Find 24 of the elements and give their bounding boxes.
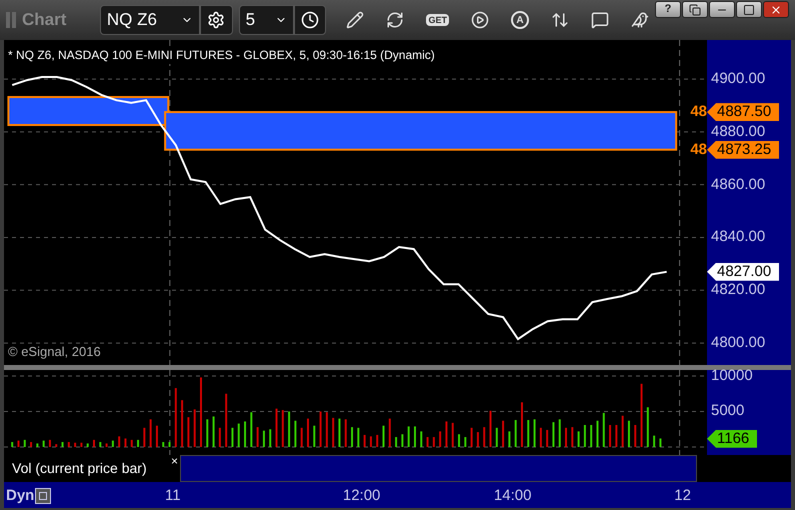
- price-flag: 1166: [707, 430, 758, 448]
- mode-label: Dyn: [6, 486, 34, 506]
- time-label: 11: [165, 486, 181, 506]
- interval-value: 5: [246, 9, 256, 32]
- legend-label: Vol (current price bar): [12, 459, 147, 478]
- time-label: 12:00: [342, 486, 380, 506]
- axis-label: 4820.00: [711, 281, 766, 300]
- zone-label: 48: [690, 140, 707, 159]
- zone-label: 48: [690, 103, 707, 122]
- axis-label: 4880.00: [711, 122, 766, 141]
- time-label: 12: [674, 486, 691, 506]
- axis-label: 4860.00: [711, 176, 766, 194]
- window-title: Chart: [22, 9, 68, 32]
- price-flag: 4887.50: [707, 103, 780, 122]
- price-flag: 4873.25: [707, 140, 780, 159]
- axis-label: 4840.00: [711, 228, 766, 246]
- copyright-text: © eSignal, 2016: [8, 342, 101, 361]
- axis-label: 4800.00: [711, 334, 766, 352]
- axis-label: 5000: [711, 402, 744, 420]
- axis-label: 10000: [711, 367, 753, 385]
- symbol-value: NQ Z6: [106, 9, 157, 32]
- time-label: 14:00: [494, 486, 532, 506]
- axis-label: 4900.00: [711, 70, 766, 88]
- price-flag: 4827.00: [707, 262, 780, 281]
